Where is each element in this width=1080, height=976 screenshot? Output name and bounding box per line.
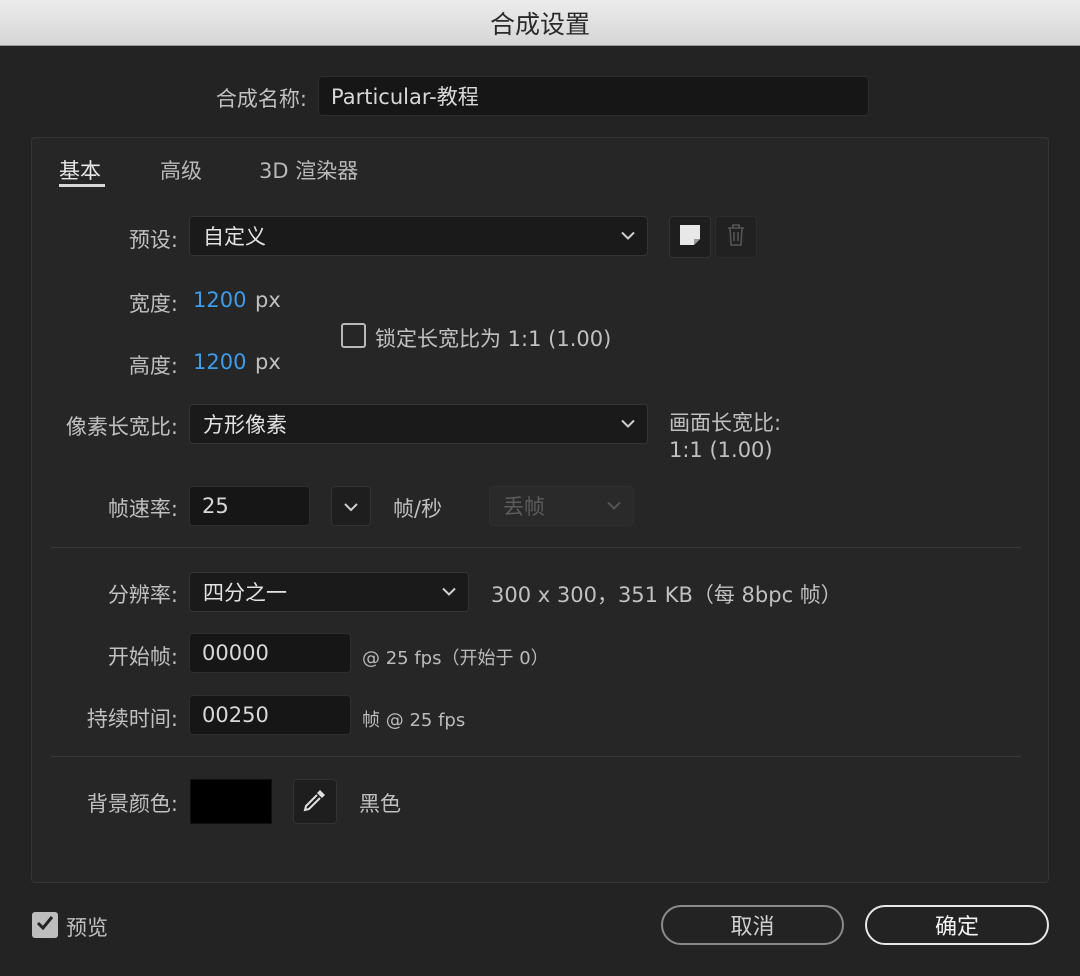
section-divider — [51, 756, 1021, 757]
title-bar: 合成设置 — [0, 0, 1080, 46]
chevron-down-icon — [344, 497, 358, 516]
resolution-dropdown[interactable]: 四分之一 — [189, 572, 469, 612]
active-tab-indicator — [59, 184, 105, 187]
frame-rate-value: 25 — [202, 494, 229, 518]
duration-label: 持续时间: — [86, 707, 178, 731]
chevron-down-icon — [442, 587, 456, 597]
start-frame-info: @ 25 fps（开始于 0） — [362, 648, 549, 669]
frame-rate-unit: 帧/秒 — [393, 497, 443, 521]
background-color-name: 黑色 — [359, 792, 401, 816]
preset-label: 预设: — [128, 228, 178, 252]
tab-3d-renderer[interactable]: 3D 渲染器 — [259, 155, 358, 185]
cancel-button-label: 取消 — [730, 915, 775, 940]
tab-advanced[interactable]: 高级 — [160, 155, 202, 185]
comp-name-label: 合成名称: — [215, 87, 307, 111]
ok-button[interactable]: 确定 — [865, 905, 1049, 945]
frame-aspect-label: 画面长宽比: — [669, 411, 782, 435]
height-label: 高度: — [128, 354, 178, 378]
eyedropper-button[interactable] — [293, 779, 337, 824]
comp-name-input[interactable]: Particular-教程 — [318, 76, 869, 116]
width-value[interactable]: 1200 — [193, 288, 246, 312]
section-divider — [51, 547, 1021, 548]
resolution-info: 300 x 300，351 KB（每 8bpc 帧） — [491, 583, 842, 607]
ok-button-label: 确定 — [934, 915, 979, 940]
lock-aspect-label: 锁定长宽比为 1:1 (1.00) — [375, 327, 612, 351]
eyedropper-icon — [302, 787, 328, 817]
comp-name-value: Particular-教程 — [331, 85, 479, 109]
height-unit: px — [255, 350, 281, 374]
preview-checkbox[interactable] — [32, 912, 58, 938]
start-frame-label: 开始帧: — [107, 645, 178, 669]
frame-rate-input[interactable]: 25 — [189, 486, 310, 526]
new-preset-button[interactable] — [669, 216, 711, 258]
pixel-aspect-dropdown[interactable]: 方形像素 — [189, 404, 648, 444]
width-unit: px — [255, 288, 281, 312]
duration-value: 00250 — [202, 703, 269, 727]
delete-preset-button[interactable] — [715, 216, 757, 258]
resolution-value: 四分之一 — [203, 581, 287, 605]
lock-aspect-checkbox[interactable] — [341, 323, 366, 348]
tab-basic[interactable]: 基本 — [59, 155, 101, 185]
pixel-aspect-value: 方形像素 — [203, 413, 287, 437]
window-title: 合成设置 — [489, 9, 590, 39]
duration-input[interactable]: 00250 — [189, 695, 351, 735]
height-value[interactable]: 1200 — [193, 350, 246, 374]
chevron-down-icon — [607, 501, 621, 511]
frame-rate-label: 帧速率: — [107, 497, 178, 521]
pixel-aspect-label: 像素长宽比: — [65, 415, 178, 439]
checkmark-icon — [36, 915, 54, 935]
duration-info: 帧 @ 25 fps — [362, 710, 466, 731]
start-frame-input[interactable]: 00000 — [189, 633, 351, 673]
frame-rate-dropdown-button[interactable] — [331, 486, 371, 526]
drop-frame-value: 丢帧 — [503, 495, 545, 519]
background-color-label: 背景颜色: — [86, 792, 178, 816]
frame-aspect-value: 1:1 (1.00) — [669, 438, 773, 462]
preset-dropdown[interactable]: 自定义 — [189, 216, 648, 256]
trash-icon — [725, 223, 747, 251]
width-label: 宽度: — [128, 292, 178, 316]
preset-value: 自定义 — [203, 225, 266, 249]
cancel-button[interactable]: 取消 — [661, 905, 844, 945]
drop-frame-dropdown[interactable]: 丢帧 — [489, 486, 634, 526]
chevron-down-icon — [621, 419, 635, 429]
start-frame-value: 00000 — [202, 641, 269, 665]
preview-label: 预览 — [66, 916, 108, 940]
new-preset-icon — [678, 223, 702, 251]
resolution-label: 分辨率: — [107, 583, 178, 607]
background-color-swatch[interactable] — [190, 779, 272, 824]
chevron-down-icon — [621, 231, 635, 241]
